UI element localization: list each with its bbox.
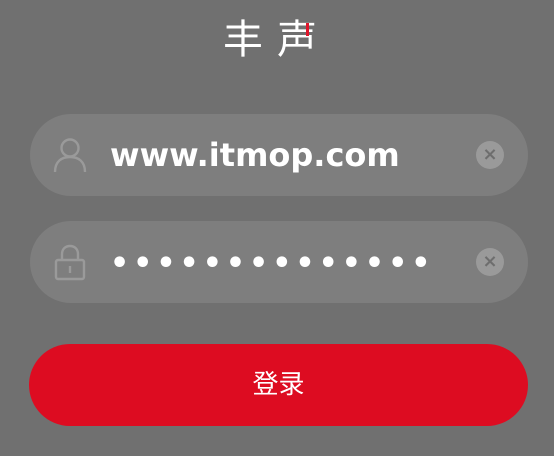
logo-accent-mark: [306, 23, 309, 36]
username-field[interactable]: www.itmop.com ×: [30, 114, 528, 196]
clear-username-button[interactable]: ×: [476, 141, 504, 169]
password-field[interactable]: •••••••••••••• ×: [30, 221, 528, 303]
user-icon: [53, 138, 87, 173]
login-screen: 丰声 www.itmop.com × •••••••••••••• × 登录: [0, 0, 554, 456]
clear-password-button[interactable]: ×: [476, 248, 504, 276]
login-button[interactable]: 登录: [29, 344, 528, 426]
username-input[interactable]: www.itmop.com: [110, 114, 400, 196]
app-logo: 丰声: [223, 17, 331, 63]
lock-icon: [54, 244, 86, 281]
password-input[interactable]: ••••••••••••••: [110, 221, 434, 303]
